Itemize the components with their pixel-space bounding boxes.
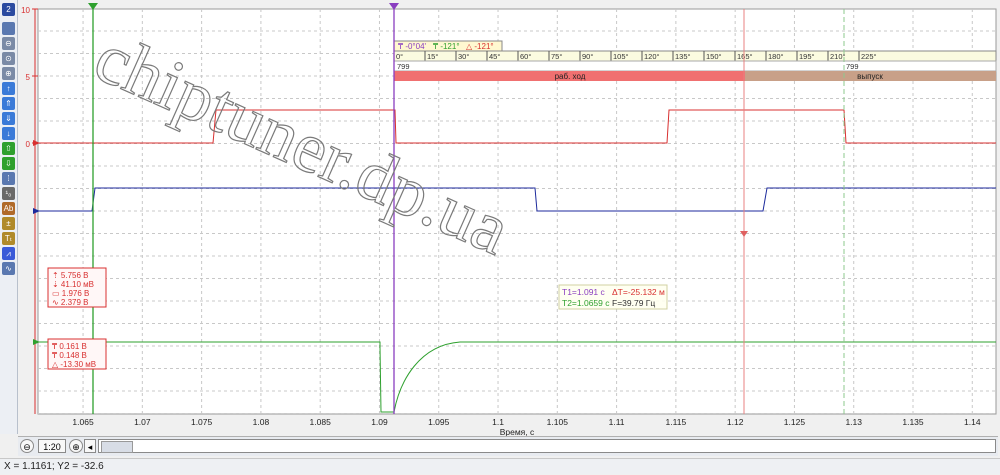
cursor-info-dt: ΔT=-25.132 м [612,287,665,297]
y-tick-label: 0 [26,140,31,149]
angle-label: 225° [861,52,877,61]
zoom-out-button[interactable]: ⊖ [20,439,34,453]
x-tick-label: 1.14 [964,417,981,427]
phase-work-label: раб. ход [555,72,586,81]
angle-label: 0° [396,52,403,61]
x-tick-label: 1.09 [371,417,388,427]
angle-label: 120° [644,52,660,61]
oscilloscope-plot[interactable]: 20151050 ₸ -0°04'₸ -121°△ -121°0°15°30°4… [0,0,1000,474]
angle-strip [393,50,997,62]
cursor-readout: X = 1.1161; Y2 = -32.6 [4,461,104,472]
angle-label: 105° [613,52,629,61]
angle-delta: △ -121° [466,42,494,51]
zoom-value[interactable]: 1:20 [38,439,66,453]
x-tick-label: 1.11 [609,417,625,427]
cursor-info-t1: T1=1.091 с [562,287,606,297]
green-measure-panel-row: ₸ 0.148 В [52,351,87,360]
red-measure-panel-row: ⇣ 41.10 мВ [52,280,94,289]
x-tick-label: 1.12 [727,417,744,427]
angle-label: 45° [489,52,500,61]
scrollbar-thumb[interactable] [101,441,133,453]
x-tick-label: 1.1 [492,417,504,427]
red-measure-panel-row: ▭ 1.976 В [52,289,89,298]
axis-labels: 1.065 1.07 1.075 1.08 1.085 1.09 1.095 1.1 1.105… [72,417,980,437]
angle-label: 150° [706,52,722,61]
scroll-left-arrow[interactable]: ◂ [84,439,96,453]
rpm-left: 799 [397,62,410,71]
angle-label: 210° [830,52,846,61]
rpm-right: 799 [846,62,859,71]
x-tick-label: 1.07 [134,417,151,427]
red-measure-panel-row: ⇡ 5.756 В [52,271,89,280]
cursor-info-f: F=39.79 Гц [612,298,655,308]
green-measure-panel-row: △ -13.30 мВ [52,360,96,369]
angle-label: 195° [799,52,815,61]
y-tick-label: 5 [26,73,31,82]
cursor-info-t2: T2=1.0659 с [562,298,610,308]
angle-label: 30° [458,52,469,61]
status-bar: X = 1.1161; Y2 = -32.6 [0,458,1000,474]
x-tick-label: 1.105 [547,417,569,427]
x-tick-label: 1.125 [784,417,806,427]
angle-label: 180° [768,52,784,61]
x-tick-label: 1.075 [191,417,213,427]
angle-label: 165° [737,52,753,61]
x-tick-label: 1.08 [253,417,270,427]
horizontal-scrollbar[interactable] [98,439,996,453]
angle-label: 135° [675,52,691,61]
x-tick-label: 1.13 [845,417,862,427]
x-tick-label: 1.065 [72,417,94,427]
angle-label: 60° [520,52,531,61]
x-tick-label: 1.115 [666,417,687,427]
x-tick-label: 1.095 [428,417,450,427]
angle-label: 75° [551,52,562,61]
angle-t2: ₸ -121° [433,42,460,51]
zoom-in-button[interactable]: ⊕ [69,439,83,453]
x-tick-label: 1.085 [310,417,332,427]
rpm-strip [393,60,997,72]
bottom-bar: ⊖ 1:20 ⊕ ◂ [18,436,998,456]
angle-label: 15° [427,52,438,61]
phase-exhaust-label: выпуск [857,72,883,81]
x-tick-label: 1.135 [902,417,924,427]
angle-t1: ₸ -0°04' [398,42,427,51]
y-tick-label: 10 [21,6,30,15]
angle-label: 90° [582,52,593,61]
green-measure-panel-row: ₸ 0.161 В [52,342,87,351]
red-measure-panel-row: ∿ 2.379 В [52,298,89,307]
